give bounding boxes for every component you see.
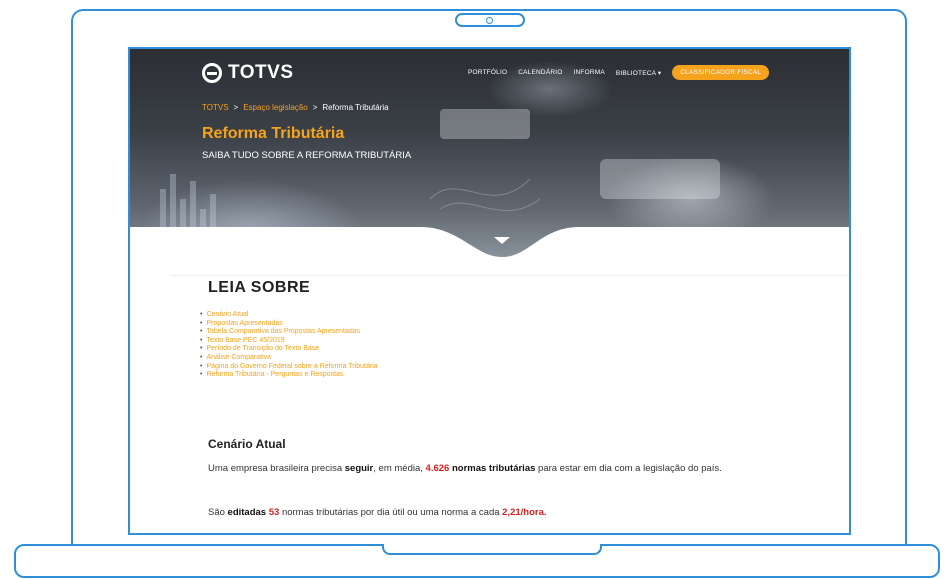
link-tabela-comparativa[interactable]: Tabela Comparativa das Propostas Apresen… [206, 328, 360, 337]
leia-sobre-list: • Cenário Atual • Propostas Apresentadas •… [200, 311, 378, 380]
browser-screen: TOTVS PORTFÓLIO CALENDÁRIO INFORMA BIBLI… [128, 47, 851, 535]
bullet-icon: • [200, 319, 203, 327]
text-bold: editadas [227, 507, 267, 518]
nav-item-calendario[interactable]: CALENDÁRIO [518, 69, 562, 76]
nav-item-informa[interactable]: INFORMA [574, 69, 605, 76]
bullet-icon: • [200, 353, 203, 361]
totvs-logo-icon [202, 63, 222, 83]
list-item[interactable]: • Texto Base PEC 45/2019 [200, 337, 378, 346]
link-pagina-governo[interactable]: Página do Governo Federal sobre a Reform… [206, 363, 377, 372]
totvs-logo[interactable]: TOTVS [202, 62, 294, 84]
text: São [208, 507, 228, 518]
paragraph-normas: Uma empresa brasileira precisa seguir, e… [208, 463, 728, 475]
list-item[interactable]: • Análise Comparativa [200, 354, 378, 363]
bullet-icon: • [200, 336, 203, 344]
breadcrumb: TOTVS > Espaço legislação > Reforma Trib… [202, 103, 389, 112]
list-item[interactable]: • Propostas Apresentadas [200, 320, 378, 329]
laptop-base [14, 544, 940, 578]
text: , em média, [373, 463, 426, 474]
text-bold: seguir [344, 463, 374, 474]
breadcrumb-item-espaco-legislacao[interactable]: Espaço legislação [243, 103, 307, 112]
list-item[interactable]: • Cenário Atual [200, 311, 378, 320]
scroll-down-arrow-icon [494, 237, 510, 244]
leia-sobre-heading: LEIA SOBRE [208, 279, 311, 296]
page-subtitle: SAIBA TUDO SOBRE A REFORMA TRIBUTÁRIA [202, 150, 412, 161]
breadcrumb-separator: > [312, 103, 318, 112]
link-periodo-transicao[interactable]: Período de Transição do Texto Base [206, 345, 319, 354]
section-divider [170, 275, 849, 276]
webcam-icon [455, 13, 525, 27]
nav-item-biblioteca[interactable]: BIBLIOTECA ▾ [616, 69, 661, 77]
highlight-number: 2,21/hora. [502, 507, 547, 518]
link-cenario-atual[interactable]: Cenário Atual [206, 311, 248, 320]
bullet-icon: • [200, 371, 203, 379]
breadcrumb-separator: > [233, 103, 239, 112]
bullet-icon: • [200, 345, 203, 353]
text: normas tributárias por dia útil ou uma n… [279, 507, 503, 518]
link-propostas-apresentadas[interactable]: Propostas Apresentadas [206, 320, 282, 329]
laptop-base-notch [382, 544, 602, 555]
highlight-number: 53 [266, 507, 280, 518]
text-bold: normas tributárias [449, 463, 536, 474]
logo-text: TOTVS [228, 62, 294, 83]
highlight-number: 4.626 [425, 463, 450, 474]
hero-wave-divider [130, 227, 849, 279]
top-nav: PORTFÓLIO CALENDÁRIO INFORMA BIBLIOTECA … [468, 65, 770, 80]
bullet-icon: • [200, 362, 203, 370]
cenario-atual-heading: Cenário Atual [208, 437, 286, 451]
classificador-fiscal-button[interactable]: CLASSIFICADOR FISCAL [672, 65, 770, 80]
paragraph-editadas: São editadas 53 normas tributárias por d… [208, 507, 728, 519]
link-perguntas-respostas[interactable]: Reforma Tributária - Perguntas e Respost… [206, 371, 343, 380]
webcam-lens [486, 17, 493, 24]
bullet-icon: • [200, 328, 203, 336]
list-item[interactable]: • Período de Transição do Texto Base [200, 345, 378, 354]
page-title: Reforma Tributária [202, 125, 345, 142]
text: para estar em dia com a legislação do pa… [535, 463, 722, 474]
breadcrumb-item-totvs[interactable]: TOTVS [202, 103, 229, 112]
list-item[interactable]: • Página do Governo Federal sobre a Refor… [200, 363, 378, 372]
list-item[interactable]: • Reforma Tributária - Perguntas e Respos… [200, 371, 378, 380]
nav-item-portfolio[interactable]: PORTFÓLIO [468, 69, 507, 76]
link-analise-comparativa[interactable]: Análise Comparativa [206, 354, 271, 363]
bullet-icon: • [200, 311, 203, 318]
link-texto-base[interactable]: Texto Base PEC 45/2019 [206, 337, 284, 346]
breadcrumb-item-current: Reforma Tributária [322, 103, 389, 112]
list-item[interactable]: • Tabela Comparativa das Propostas Aprese… [200, 328, 378, 337]
text: Uma empresa brasileira precisa [208, 463, 345, 474]
